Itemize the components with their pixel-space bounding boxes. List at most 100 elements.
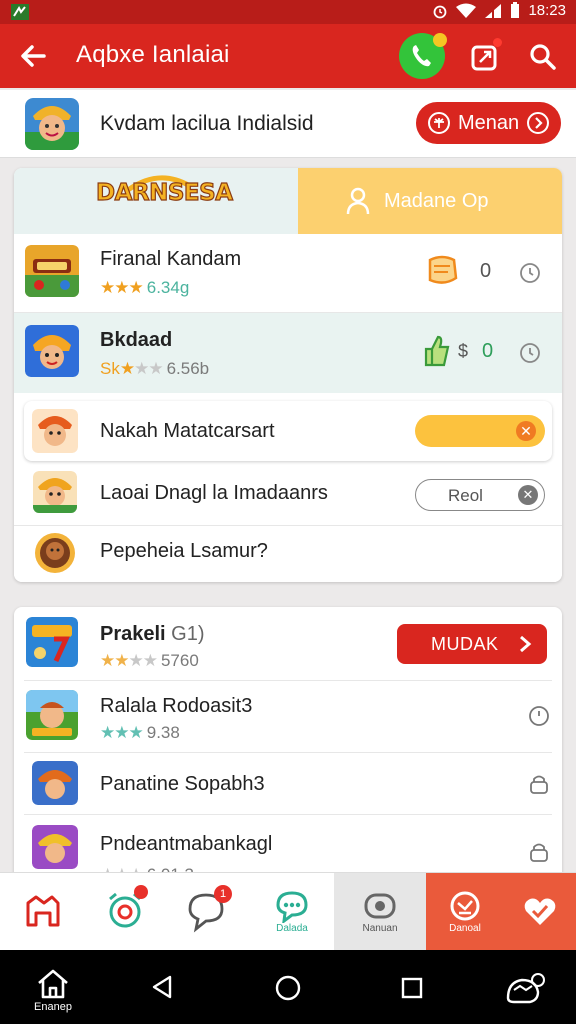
battery-icon: [511, 2, 520, 18]
wifi-icon: [456, 3, 477, 18]
value-field[interactable]: Reol ✕: [415, 479, 545, 511]
item-title: Pndeantmabankagl: [100, 833, 273, 855]
rating-stars-empty: ★★: [128, 651, 158, 670]
messages-badge: 1: [214, 885, 232, 903]
tab-logo[interactable]: DARNSESA: [14, 168, 298, 234]
signal-icon: [485, 3, 502, 18]
tab-chat[interactable]: Dalada: [250, 873, 334, 951]
home-icon[interactable]: [36, 968, 70, 1000]
home-caption: Enanep: [34, 1001, 72, 1013]
chat-group-icon: [276, 891, 308, 923]
menu-button[interactable]: Menan: [416, 102, 561, 144]
list-item[interactable]: Panatine Sopabh3: [24, 753, 552, 815]
close-icon[interactable]: ✕: [516, 421, 536, 441]
game-thumbnail-icon: [26, 617, 78, 667]
rating-value: 9.38: [146, 723, 180, 742]
share-badge: [493, 38, 502, 47]
tab-profile[interactable]: Nanuan: [334, 873, 426, 951]
rating-stars: ★★★: [100, 723, 144, 742]
rating: Sk★★★ 6.56b: [100, 359, 209, 379]
list-item[interactable]: Prakeli G1) ★★★★ 5760 MUDAK: [24, 607, 552, 681]
clear-icon[interactable]: ✕: [518, 485, 538, 505]
rating-stars-empty: ★★: [134, 359, 164, 378]
field-value: Reol: [448, 486, 483, 505]
item-title: Pepeheia Lsamur?: [100, 540, 268, 562]
gift-icon: [428, 112, 450, 134]
back-arrow-icon[interactable]: [18, 41, 50, 71]
list-item[interactable]: Firanal Kandam ★★★ 6.34g 0: [14, 234, 562, 313]
lock-icon[interactable]: [528, 841, 550, 863]
list-item[interactable]: Bkdaad Sk★★★ 6.56b $ 0: [14, 313, 562, 393]
item-title: Bkdaad: [100, 329, 173, 351]
item-count-prefix: $: [458, 341, 469, 361]
thumbs-up-icon[interactable]: [422, 333, 452, 371]
tab-madane-label: Madane Op: [384, 190, 489, 212]
tab-chat-label: Dalada: [276, 923, 308, 934]
tab-favorites[interactable]: [504, 873, 576, 951]
game-thumbnail-icon: [25, 325, 79, 377]
rating: ★★★★ 5760: [100, 651, 199, 671]
status-time: 18:23: [528, 2, 566, 19]
rating-value: 6.56b: [166, 359, 210, 378]
rating-stars: ★: [119, 359, 135, 378]
list-item-card[interactable]: Nakah Matatcarsart ✕: [24, 401, 552, 461]
character-avatar-icon: [25, 98, 79, 150]
share-button[interactable]: [468, 38, 502, 74]
header-label: Kvdam lacilua Indialsid: [100, 112, 314, 135]
game-thumbnail-icon: [25, 245, 79, 297]
rewards-icon: [450, 891, 480, 921]
item-title-suffix: G1): [171, 623, 205, 645]
recents-square-icon[interactable]: [400, 976, 424, 1000]
tab-profile-label: Nanuan: [362, 923, 398, 934]
list-item[interactable]: Ralala Rodoasit3 ★★★ 9.38: [24, 681, 552, 753]
rating-stars: ★★: [100, 651, 130, 670]
tab-rewards[interactable]: Danoal: [426, 873, 504, 951]
character-avatar-icon: [32, 761, 78, 805]
lock-icon[interactable]: [528, 773, 550, 795]
item-title: Panatine Sopabh3: [100, 773, 265, 795]
toggle-pill[interactable]: ✕: [415, 415, 545, 447]
call-badge: [433, 33, 447, 47]
item-count: 0: [482, 340, 494, 362]
app-bar: Aqbxe Ianlaiai: [0, 24, 576, 88]
turtle-icon[interactable]: [502, 968, 546, 1008]
list-item[interactable]: Pepeheia Lsamur?: [14, 526, 562, 582]
system-nav-bar: Enanep: [0, 950, 576, 1024]
back-triangle-icon[interactable]: [150, 974, 174, 1000]
clock-icon[interactable]: [519, 262, 541, 284]
game-logo: DARNSESA: [95, 179, 233, 206]
rating-value: 5760: [160, 651, 199, 670]
scroll-icon[interactable]: [422, 252, 462, 290]
heart-check-icon: [524, 898, 556, 925]
games-list-card: Prakeli G1) ★★★★ 5760 MUDAK Ralala Rodoas…: [14, 607, 562, 907]
coin-avatar-icon: [35, 533, 75, 573]
clock-icon[interactable]: [528, 705, 550, 727]
tab-map[interactable]: [0, 873, 86, 951]
page-title: Aqbxe Ianlaiai: [76, 41, 230, 68]
bottom-tab-bar: 1 Dalada Nanuan Danoal: [0, 872, 576, 951]
alarm-icon: [434, 5, 447, 18]
alarm-badge: [134, 885, 148, 899]
tab-bar-top: DARNSESA Madane Op: [14, 168, 562, 234]
item-title: Firanal Kandam: [100, 248, 242, 270]
character-avatar-icon: [32, 409, 78, 453]
chevron-right-circle-icon: [527, 112, 549, 134]
tab-messages[interactable]: 1: [166, 873, 250, 951]
tab-madane[interactable]: Madane Op: [298, 168, 562, 234]
clock-icon[interactable]: [519, 342, 541, 364]
search-icon: [530, 44, 556, 70]
home-circle-icon[interactable]: [274, 974, 302, 1002]
list-item[interactable]: Laoai Dnagl la Imadaanrs Reol ✕: [14, 466, 562, 526]
search-button[interactable]: [526, 40, 560, 74]
game-thumbnail-icon: [26, 690, 78, 740]
call-button[interactable]: [399, 33, 447, 79]
tab-rewards-label: Danoal: [449, 923, 481, 934]
mudak-button-label: MUDAK: [431, 634, 499, 654]
item-title-text: Prakeli: [100, 623, 166, 645]
tab-alarm[interactable]: [86, 873, 166, 951]
mudak-button[interactable]: MUDAK: [397, 624, 547, 664]
status-bar: 18:23: [0, 0, 576, 24]
rating: ★★★ 9.38: [100, 723, 180, 743]
item-title: Nakah Matatcarsart: [100, 420, 275, 442]
rating-value: 6.34g: [146, 278, 190, 297]
